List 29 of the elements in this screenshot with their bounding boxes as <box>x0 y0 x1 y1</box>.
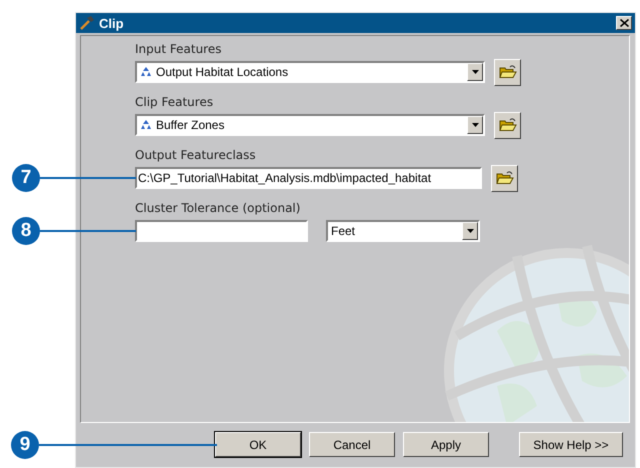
field-label: Input Features <box>135 42 222 56</box>
dialog-button[interactable]: Show Help >> <box>519 432 623 457</box>
dialog-button[interactable]: Apply <box>403 432 489 457</box>
output-path-field[interactable]: C:\GP_Tutorial\Habitat_Analysis.mdb\impacted_habitat <box>135 167 482 189</box>
callout-number: 8 <box>12 217 40 245</box>
tolerance-field[interactable] <box>135 220 308 242</box>
browse-button[interactable] <box>494 58 521 86</box>
layer-dropdown[interactable]: Output Habitat Locations <box>135 61 485 83</box>
caret-icon <box>472 123 478 127</box>
field-label: Cluster Tolerance (optional) <box>135 201 302 215</box>
dialog-button[interactable]: Cancel <box>309 432 395 457</box>
callout-number: 7 <box>12 164 40 192</box>
browse-button[interactable] <box>494 112 521 138</box>
hammer-icon <box>79 15 95 31</box>
folder-icon <box>496 170 514 186</box>
dialog-button[interactable]: OK <box>215 432 301 457</box>
field-label: Output Featureclass <box>135 148 257 162</box>
close-icon <box>620 19 628 27</box>
caret-icon <box>466 229 474 233</box>
folder-icon <box>498 64 516 80</box>
layer-dropdown[interactable]: Buffer Zones <box>135 114 485 136</box>
folder-icon <box>498 117 516 133</box>
close-button[interactable] <box>616 16 632 30</box>
callout-number: 9 <box>11 430 39 458</box>
caret-icon <box>472 70 478 74</box>
window-title: Clip <box>99 16 125 30</box>
browse-button[interactable] <box>491 164 518 192</box>
unit-dropdown[interactable]: Feet <box>326 220 480 242</box>
field-label: Clip Features <box>135 95 214 109</box>
